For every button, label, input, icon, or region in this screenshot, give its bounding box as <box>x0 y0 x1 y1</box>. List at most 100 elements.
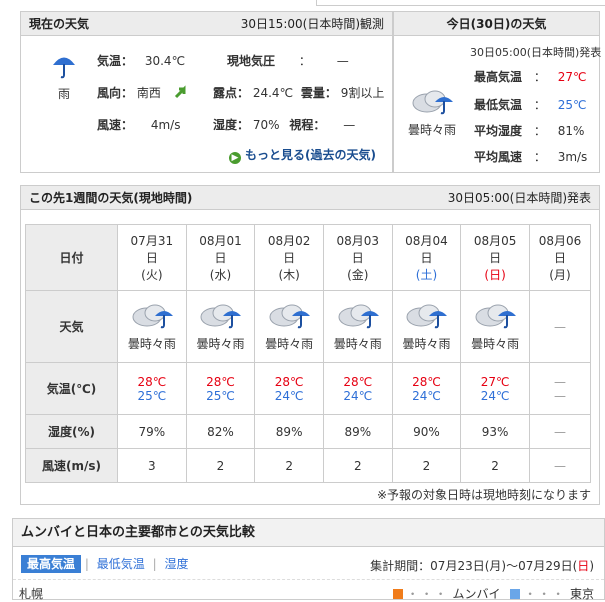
weekday: (金) <box>347 268 369 282</box>
weather-row-label: 天気 <box>25 290 118 363</box>
temp-high: 28℃ <box>412 374 441 389</box>
humid-cell: — <box>528 414 592 449</box>
current-weather-label: 雨 <box>57 87 70 101</box>
temp-row-forecast: 気温(℃) 28℃ 25℃ 28℃ 25℃ 28℃ 24℃ 28℃ 24℃ 28℃ 24℃ 27℃ 2… <box>25 362 592 415</box>
today-wind-row: 平均風速 ： 3m/s <box>474 148 587 165</box>
date-day: 日 <box>351 251 364 265</box>
date-value: 08月06 <box>538 234 582 248</box>
date-cell: 08月01 日 (水) <box>185 224 256 291</box>
forecast-note: ※予報の対象日時は現地時刻になります <box>376 488 591 502</box>
wind-value: 2 <box>285 458 293 473</box>
temp-high: 28℃ <box>274 374 304 389</box>
weather-cell: 曇時々雨 <box>460 290 530 363</box>
wind-value: 2 <box>491 458 499 473</box>
weekday: (火) <box>141 268 163 282</box>
temp-high: 28℃ <box>137 374 167 389</box>
tab-separator: | <box>152 557 157 571</box>
legend-tokyo: 東京 <box>569 587 594 601</box>
today-min-value: 25℃ <box>557 98 587 112</box>
today-humid-label: 平均湿度 <box>474 124 523 138</box>
cloud-rain-icon <box>403 304 449 335</box>
tab-max-temp[interactable]: 最高気温 <box>21 555 82 573</box>
wind-dir-label: 風向： <box>97 86 134 100</box>
wind-direction-arrow-icon <box>174 85 186 99</box>
legend-dots: ・・・ <box>406 587 449 601</box>
legend-swatch-tokyo <box>510 589 521 599</box>
temp-cell: 28℃ 25℃ <box>117 362 187 415</box>
weekday: (日) <box>484 268 506 282</box>
temp-cell: 28℃ 24℃ <box>254 362 324 415</box>
cloud-value: 9割以上 <box>340 86 385 100</box>
comparison-legend: ・・・ ムンバイ ・・・ 東京 <box>392 585 594 602</box>
wind-cell: 2 <box>460 448 530 483</box>
humid-value: 70% <box>252 118 280 132</box>
weekday: (木) <box>278 268 300 282</box>
pressure-value: — <box>336 54 349 68</box>
weather-row: 天気 曇時々雨 曇時々雨 曇時々雨 曇時々雨 曇時々雨 曇時々雨 — <box>25 290 592 363</box>
date-cell: 08月03 日 (金) <box>322 224 393 291</box>
humid-value: — <box>553 424 566 439</box>
weekly-forecast-panel: この先1週間の天気(現地時間) 30日05:00(日本時間)発表 日付 07月3… <box>20 185 600 505</box>
weather-cell: 曇時々雨 <box>185 290 256 363</box>
temp-low: — <box>553 388 566 403</box>
temp-high: 28℃ <box>343 374 373 389</box>
temp-row-label: 気温(℃) <box>25 362 118 415</box>
weather-cell: 曇時々雨 <box>254 290 324 363</box>
period-day: 日 <box>577 559 590 573</box>
city-comparison-panel: ムンバイと日本の主要都市との天気比較 最高気温 | 最低気温 | 湿度 集計期間… <box>12 518 605 602</box>
today-max-value: 27℃ <box>557 70 587 84</box>
temp-low: 24℃ <box>480 388 510 403</box>
weather-label: — <box>553 319 566 334</box>
today-max-sep: ： <box>533 70 546 84</box>
cloud-label: 雲量： <box>300 86 337 100</box>
current-weather-title: 現在の天気 <box>29 17 90 31</box>
period-label: 集計期間： <box>370 559 431 573</box>
today-humid-sep: ： <box>533 124 546 138</box>
tab-separator: | <box>84 557 89 571</box>
wind-value: 2 <box>353 458 362 473</box>
humid-cell: 89% <box>322 414 393 449</box>
dew-row: 露点： 24.4℃ 雲量： 9割以上 <box>213 84 384 101</box>
cloud-rain-icon <box>266 304 312 335</box>
pressure-row: 現地気圧 ： — <box>227 52 349 69</box>
date-value: 07月31 <box>130 234 174 248</box>
date-day: 日 <box>553 251 566 265</box>
humid-value: 79% <box>138 424 166 439</box>
more-past-weather-link[interactable]: ▶ もっと見る(過去の天気) <box>229 146 376 164</box>
wind-value: — <box>553 458 566 473</box>
today-wind-label: 平均風速 <box>474 150 523 164</box>
date-day: 日 <box>420 251 433 265</box>
weather-label: 曇時々雨 <box>471 336 520 351</box>
weekly-forecast-header: この先1週間の天気(現地時間) 30日05:00(日本時間)発表 <box>21 186 599 210</box>
temp-value: 30.4℃ <box>144 54 186 68</box>
temp-cell: 27℃ 24℃ <box>460 362 530 415</box>
weather-label: 曇時々雨 <box>402 336 451 351</box>
wind-dir-row: 風向： 南西 <box>97 84 189 101</box>
temp-low: 25℃ <box>137 388 167 403</box>
humid-row-forecast: 湿度(%) 79% 82% 89% 89% 90% 93% — <box>25 414 592 449</box>
humid-row: 湿度： 70% 視程： — <box>213 116 355 133</box>
date-day: 日 <box>489 251 502 265</box>
umbrella-rain-icon <box>53 57 75 79</box>
tab-min-temp[interactable]: 最低気温 <box>93 557 149 571</box>
tab-humidity[interactable]: 湿度 <box>160 557 192 571</box>
wind-cell: 2 <box>391 448 462 483</box>
arrow-right-icon: ▶ <box>229 152 241 164</box>
date-day: 日 <box>145 251 158 265</box>
wind-value: 2 <box>216 458 225 473</box>
wind-cell: 2 <box>185 448 256 483</box>
date-value: 08月04 <box>405 234 448 248</box>
weather-cell: 曇時々雨 <box>322 290 393 363</box>
vis-label: 視程： <box>289 118 326 132</box>
weather-label: 曇時々雨 <box>196 336 245 351</box>
wind-cell: 3 <box>117 448 187 483</box>
today-issued: 30日05:00(日本時間)発表 <box>470 46 602 59</box>
period-range: 07月23日(月)〜07月29日( <box>430 559 578 573</box>
humid-cell: 89% <box>254 414 324 449</box>
pressure-sep: ： <box>298 54 311 68</box>
cloud-rain-icon <box>335 304 381 335</box>
weather-cell: — <box>528 290 592 363</box>
period-close: ) <box>589 559 594 573</box>
weather-label: 曇時々雨 <box>333 336 382 351</box>
date-value: 08月03 <box>336 234 380 248</box>
